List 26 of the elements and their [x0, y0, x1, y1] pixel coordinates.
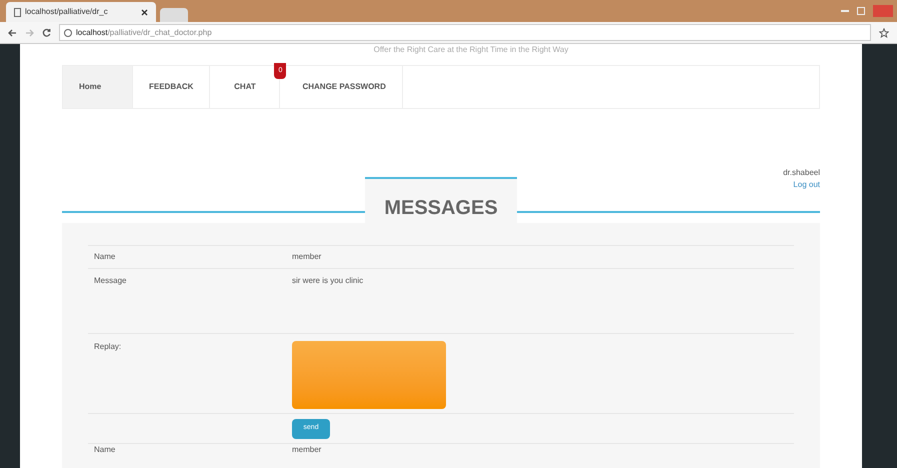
reload-icon[interactable] [42, 28, 51, 37]
reply-field[interactable] [292, 341, 446, 409]
close-icon[interactable] [141, 8, 148, 16]
maximize-icon[interactable] [857, 7, 865, 15]
field-label: Replay: [93, 341, 122, 353]
field-label: Name [93, 444, 116, 456]
sender-name: member [292, 444, 322, 456]
field-label: Name [93, 251, 116, 263]
url-text: localhost/palliative/dr_chat_doctor.php [76, 26, 212, 38]
field-label: Message [93, 275, 128, 287]
message-text: sir were is you clinic [292, 275, 364, 287]
logout-link[interactable]: Log out [793, 179, 820, 191]
messages-heading: MESSAGES [384, 196, 498, 221]
tab-title: localhost/palliative/dr_c [25, 6, 108, 18]
sender-name: member [292, 251, 322, 263]
address-bar[interactable]: localhost/palliative/dr_chat_doctor.php [59, 24, 871, 41]
browser-tab[interactable]: localhost/palliative/dr_c [6, 2, 156, 22]
forward-icon[interactable] [25, 28, 34, 36]
star-icon[interactable] [879, 28, 889, 38]
page-icon [14, 8, 21, 16]
info-icon [64, 28, 72, 36]
back-icon[interactable] [8, 28, 17, 36]
username: dr.shabeel [783, 167, 820, 179]
nav-tab[interactable]: Home [63, 66, 133, 108]
tagline: Offer the Right Care at the Right Time in the Right Way [374, 45, 568, 55]
new-tab-button[interactable] [160, 8, 188, 22]
